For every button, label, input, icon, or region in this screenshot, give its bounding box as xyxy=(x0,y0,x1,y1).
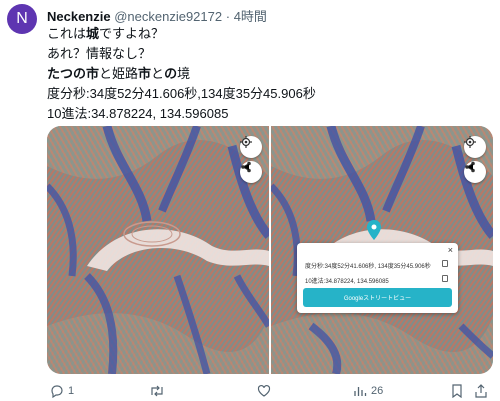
views-count: 26 xyxy=(371,385,384,397)
tweet-line: 10進法:34.878224, 134.596085 xyxy=(47,104,316,124)
share-tweet-button[interactable] xyxy=(475,384,487,398)
share-icon[interactable] xyxy=(464,161,486,183)
tweet-text-segment: これは xyxy=(47,26,87,41)
share-icon[interactable] xyxy=(240,161,262,183)
separator: · xyxy=(225,9,231,24)
avatar[interactable]: N xyxy=(7,4,37,34)
decimal-coordinates: 10進法:34.878224, 134.596085 xyxy=(305,279,389,285)
streetview-button[interactable]: Googleストリートビュー xyxy=(303,288,452,307)
tweet-line: これは城ですよね？ xyxy=(47,24,316,44)
copy-icon[interactable] xyxy=(442,275,448,282)
tweet-text-segment: 10進法:34.878224, 134.596085 xyxy=(47,106,229,121)
bookmark-icon xyxy=(452,384,462,398)
reply-icon xyxy=(51,385,63,398)
location-target-icon[interactable] xyxy=(464,136,486,158)
like-icon xyxy=(257,384,271,397)
tweet-media: × 度分秒:34度52分41.606秒, 134度35分45.906秒 10進法… xyxy=(47,126,493,374)
location-target-icon[interactable] xyxy=(240,136,262,158)
display-name[interactable]: Neckenzie xyxy=(47,9,111,24)
tweet-text-segment: と xyxy=(151,66,165,81)
views-icon xyxy=(354,387,367,396)
tweet-text-segment: 境 xyxy=(177,66,191,81)
dms-coordinates: 度分秒:34度52分41.606秒, 134度35分45.906秒 xyxy=(305,264,431,270)
map-image-left[interactable] xyxy=(47,126,269,374)
tweet-text-segment: 度分秒:34度52分41.606秒,134度35分45.906秒 xyxy=(47,86,316,101)
coordinate-popup: × 度分秒:34度52分41.606秒, 134度35分45.906秒 10進法… xyxy=(297,243,458,313)
tweet-actions: 1 26 xyxy=(47,384,493,401)
tweet-line: あれ？情報なし？ xyxy=(47,44,316,64)
tweet-text-segment: と姫路 xyxy=(99,66,139,81)
close-icon[interactable]: × xyxy=(448,246,453,255)
timestamp[interactable]: 4時間 xyxy=(234,9,267,24)
retweet-button[interactable] xyxy=(149,384,169,398)
reply-count: 1 xyxy=(68,385,75,397)
bookmark-button[interactable] xyxy=(451,384,463,398)
copy-icon[interactable] xyxy=(442,260,448,267)
highlighted-term: たつの市 xyxy=(47,66,100,81)
share-tweet-icon xyxy=(475,384,487,398)
highlighted-term: の xyxy=(164,66,178,81)
tweet-text-segment: あれ？情報なし？ xyxy=(47,46,152,61)
tweet-text: これは城ですよね？ あれ？情報なし？ たつの市と姫路市との境度分秒:34度52分41… xyxy=(47,24,316,124)
highlighted-term: 城 xyxy=(86,26,100,41)
map-image-right[interactable]: × 度分秒:34度52分41.606秒, 134度35分45.906秒 10進法… xyxy=(271,126,493,374)
relief-map-left xyxy=(47,126,269,374)
tweet-header: Neckenzie @neckenzie92172 · 4時間 xyxy=(47,6,267,25)
handle[interactable]: @neckenzie92172 xyxy=(114,9,222,24)
highlighted-term: 市 xyxy=(138,66,152,81)
tweet-line: 度分秒:34度52分41.606秒,134度35分45.906秒 xyxy=(47,84,316,104)
tweet-line: たつの市と姫路市との境 xyxy=(47,64,316,84)
avatar-letter: N xyxy=(16,10,28,27)
views-button[interactable]: 26 xyxy=(353,384,383,398)
reply-button[interactable]: 1 xyxy=(50,384,74,398)
like-button[interactable] xyxy=(257,384,275,398)
retweet-icon xyxy=(151,385,163,397)
tweet-text-segment: ですよね？ xyxy=(99,26,165,41)
